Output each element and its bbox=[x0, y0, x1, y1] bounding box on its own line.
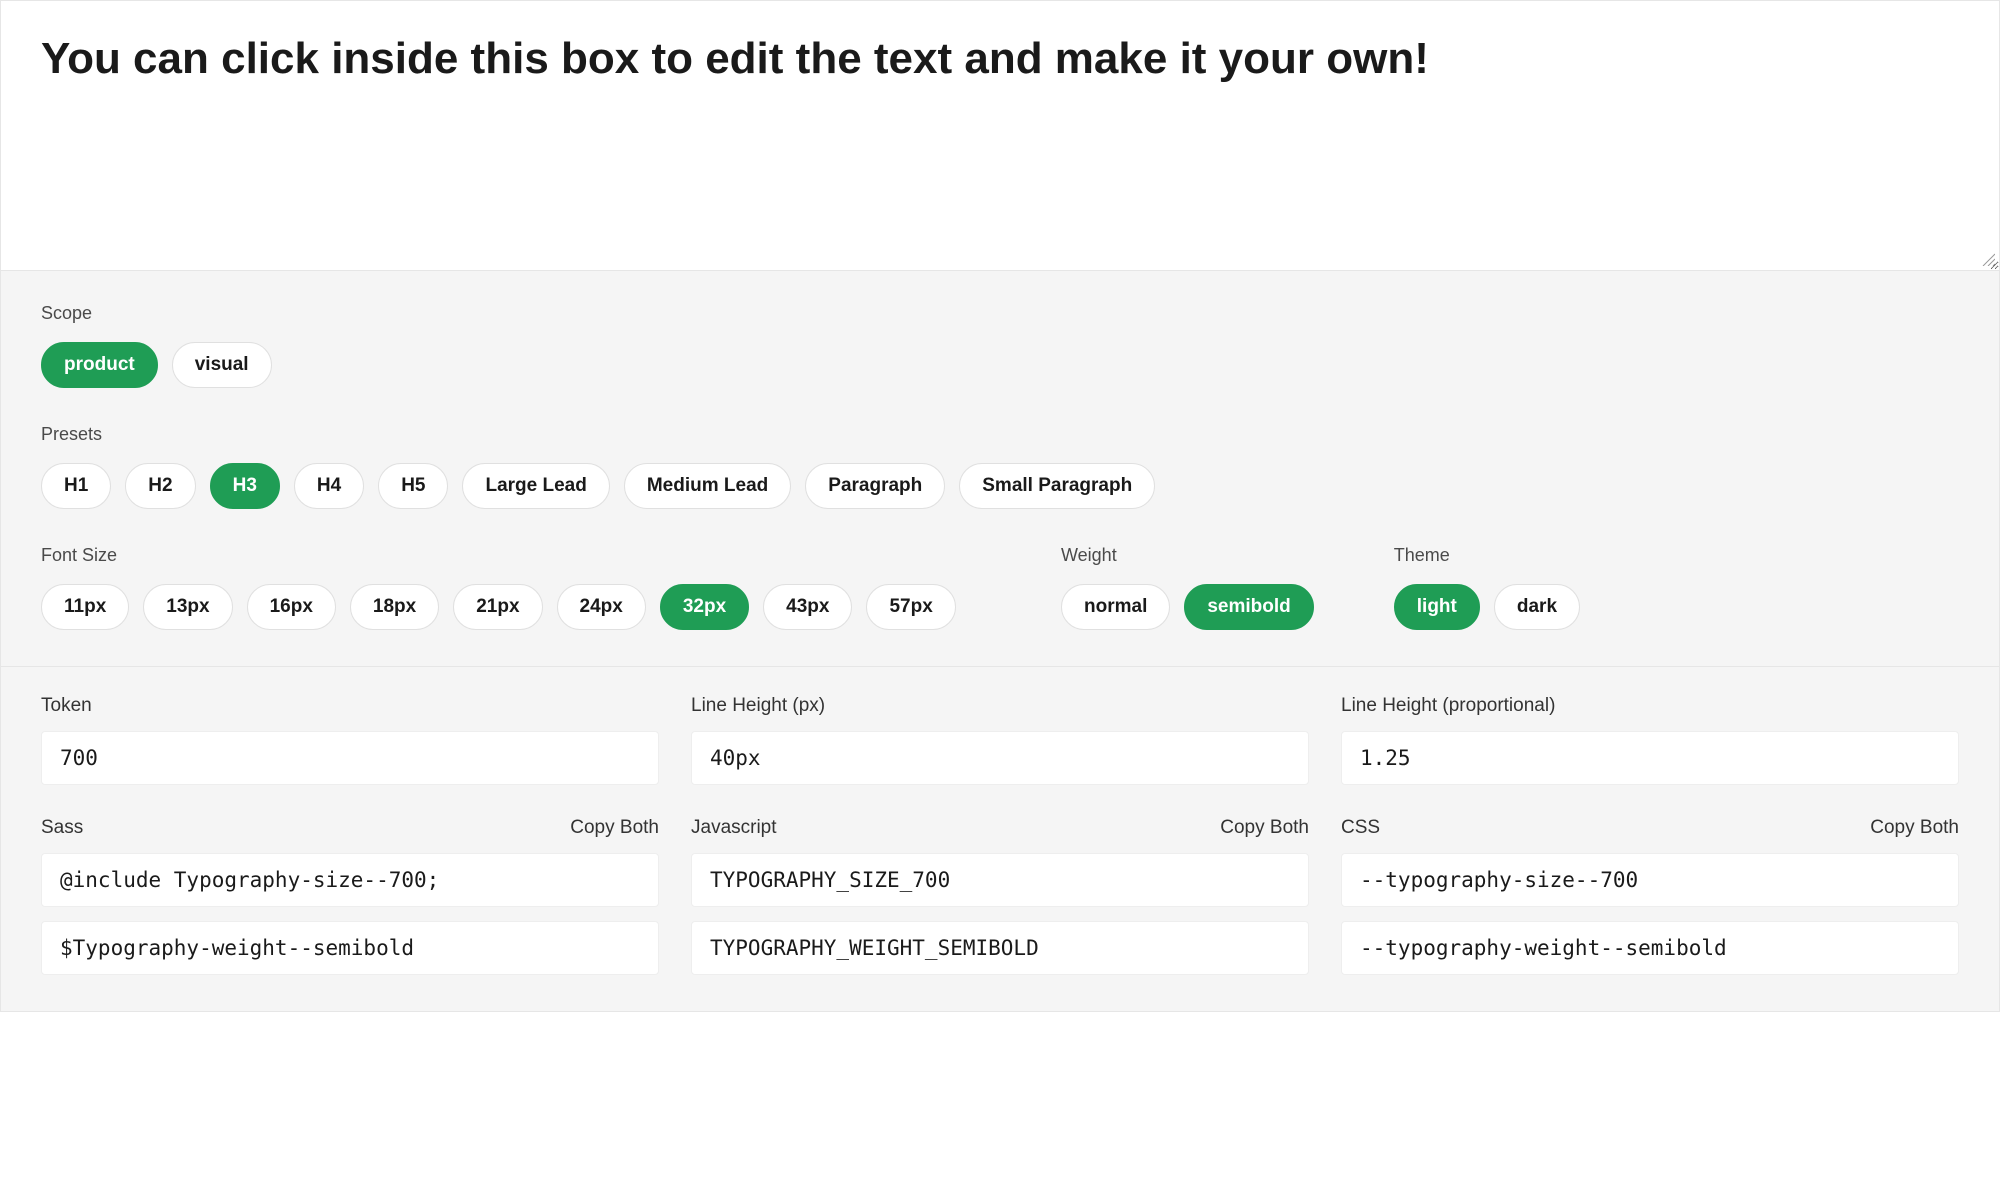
token-output: Token 700 bbox=[41, 695, 659, 785]
css-line-1[interactable]: --typography-weight--semibold bbox=[1341, 921, 1959, 975]
fontsize-option-8[interactable]: 57px bbox=[866, 584, 955, 630]
fontsize-label: Font Size bbox=[41, 545, 981, 566]
sass-line-0[interactable]: @include Typography-size--700; bbox=[41, 853, 659, 907]
fontsize-options: 11px 13px 16px 18px 21px 24px 32px 43px 57px bbox=[41, 584, 981, 630]
theme-options: light dark bbox=[1394, 584, 1580, 630]
weight-label: Weight bbox=[1061, 545, 1314, 566]
scope-option-1[interactable]: visual bbox=[172, 342, 272, 388]
fontsize-option-5[interactable]: 24px bbox=[557, 584, 646, 630]
css-label: CSS bbox=[1341, 817, 1380, 839]
theme-option-0[interactable]: light bbox=[1394, 584, 1480, 630]
fontsize-option-1[interactable]: 13px bbox=[143, 584, 232, 630]
lineheight-px-output: Line Height (px) 40px bbox=[691, 695, 1309, 785]
lineheight-px-value[interactable]: 40px bbox=[691, 731, 1309, 785]
preset-option-5[interactable]: Large Lead bbox=[462, 463, 609, 509]
fontsize-group: Font Size 11px 13px 16px 18px 21px 24px 32px 43… bbox=[41, 545, 981, 630]
controls-panel: Scope product visual Presets H1 H2 H3 H4 H5 La… bbox=[1, 271, 1999, 667]
preset-option-8[interactable]: Small Paragraph bbox=[959, 463, 1155, 509]
scope-label: Scope bbox=[41, 303, 272, 324]
lineheight-prop-value[interactable]: 1.25 bbox=[1341, 731, 1959, 785]
scope-group: Scope product visual bbox=[41, 303, 272, 388]
javascript-copy-both-button[interactable]: Copy Both bbox=[1220, 817, 1309, 839]
weight-group: Weight normal semibold bbox=[1061, 545, 1314, 630]
preset-option-4[interactable]: H5 bbox=[378, 463, 448, 509]
css-line-0[interactable]: --typography-size--700 bbox=[1341, 853, 1959, 907]
preset-option-3[interactable]: H4 bbox=[294, 463, 364, 509]
lineheight-px-label: Line Height (px) bbox=[691, 695, 825, 717]
presets-group: Presets H1 H2 H3 H4 H5 Large Lead Medium Lead P… bbox=[41, 424, 1155, 509]
token-value[interactable]: 700 bbox=[41, 731, 659, 785]
fontsize-option-6[interactable]: 32px bbox=[660, 584, 749, 630]
preview-text[interactable]: You can click inside this box to edit th… bbox=[41, 31, 1959, 86]
preset-option-7[interactable]: Paragraph bbox=[805, 463, 945, 509]
javascript-line-1[interactable]: TYPOGRAPHY_WEIGHT_SEMIBOLD bbox=[691, 921, 1309, 975]
sass-label: Sass bbox=[41, 817, 83, 839]
outputs-panel: Token 700 Line Height (px) 40px Line Hei… bbox=[1, 667, 1999, 1011]
presets-label: Presets bbox=[41, 424, 1155, 445]
javascript-output: Javascript Copy Both TYPOGRAPHY_SIZE_700… bbox=[691, 817, 1309, 975]
theme-group: Theme light dark bbox=[1394, 545, 1580, 630]
token-label: Token bbox=[41, 695, 92, 717]
css-copy-both-button[interactable]: Copy Both bbox=[1870, 817, 1959, 839]
fontsize-option-0[interactable]: 11px bbox=[41, 584, 129, 630]
javascript-line-0[interactable]: TYPOGRAPHY_SIZE_700 bbox=[691, 853, 1309, 907]
scope-options: product visual bbox=[41, 342, 272, 388]
lineheight-prop-label: Line Height (proportional) bbox=[1341, 695, 1555, 717]
weight-option-1[interactable]: semibold bbox=[1184, 584, 1313, 630]
preset-option-6[interactable]: Medium Lead bbox=[624, 463, 791, 509]
resize-handle-icon bbox=[1981, 252, 1995, 266]
preset-option-0[interactable]: H1 bbox=[41, 463, 111, 509]
scope-option-0[interactable]: product bbox=[41, 342, 158, 388]
javascript-label: Javascript bbox=[691, 817, 777, 839]
typography-tool: You can click inside this box to edit th… bbox=[0, 0, 2000, 1012]
theme-label: Theme bbox=[1394, 545, 1580, 566]
presets-options: H1 H2 H3 H4 H5 Large Lead Medium Lead Paragraph… bbox=[41, 463, 1155, 509]
fontsize-option-4[interactable]: 21px bbox=[453, 584, 542, 630]
preset-option-1[interactable]: H2 bbox=[125, 463, 195, 509]
theme-option-1[interactable]: dark bbox=[1494, 584, 1580, 630]
css-output: CSS Copy Both --typography-size--700 --t… bbox=[1341, 817, 1959, 975]
fontsize-option-2[interactable]: 16px bbox=[247, 584, 336, 630]
fontsize-option-7[interactable]: 43px bbox=[763, 584, 852, 630]
preset-option-2[interactable]: H3 bbox=[210, 463, 280, 509]
sass-output: Sass Copy Both @include Typography-size-… bbox=[41, 817, 659, 975]
lineheight-prop-output: Line Height (proportional) 1.25 bbox=[1341, 695, 1959, 785]
sass-line-1[interactable]: $Typography-weight--semibold bbox=[41, 921, 659, 975]
sass-copy-both-button[interactable]: Copy Both bbox=[570, 817, 659, 839]
preview-area[interactable]: You can click inside this box to edit th… bbox=[1, 1, 1999, 271]
weight-options: normal semibold bbox=[1061, 584, 1314, 630]
fontsize-option-3[interactable]: 18px bbox=[350, 584, 439, 630]
weight-option-0[interactable]: normal bbox=[1061, 584, 1170, 630]
